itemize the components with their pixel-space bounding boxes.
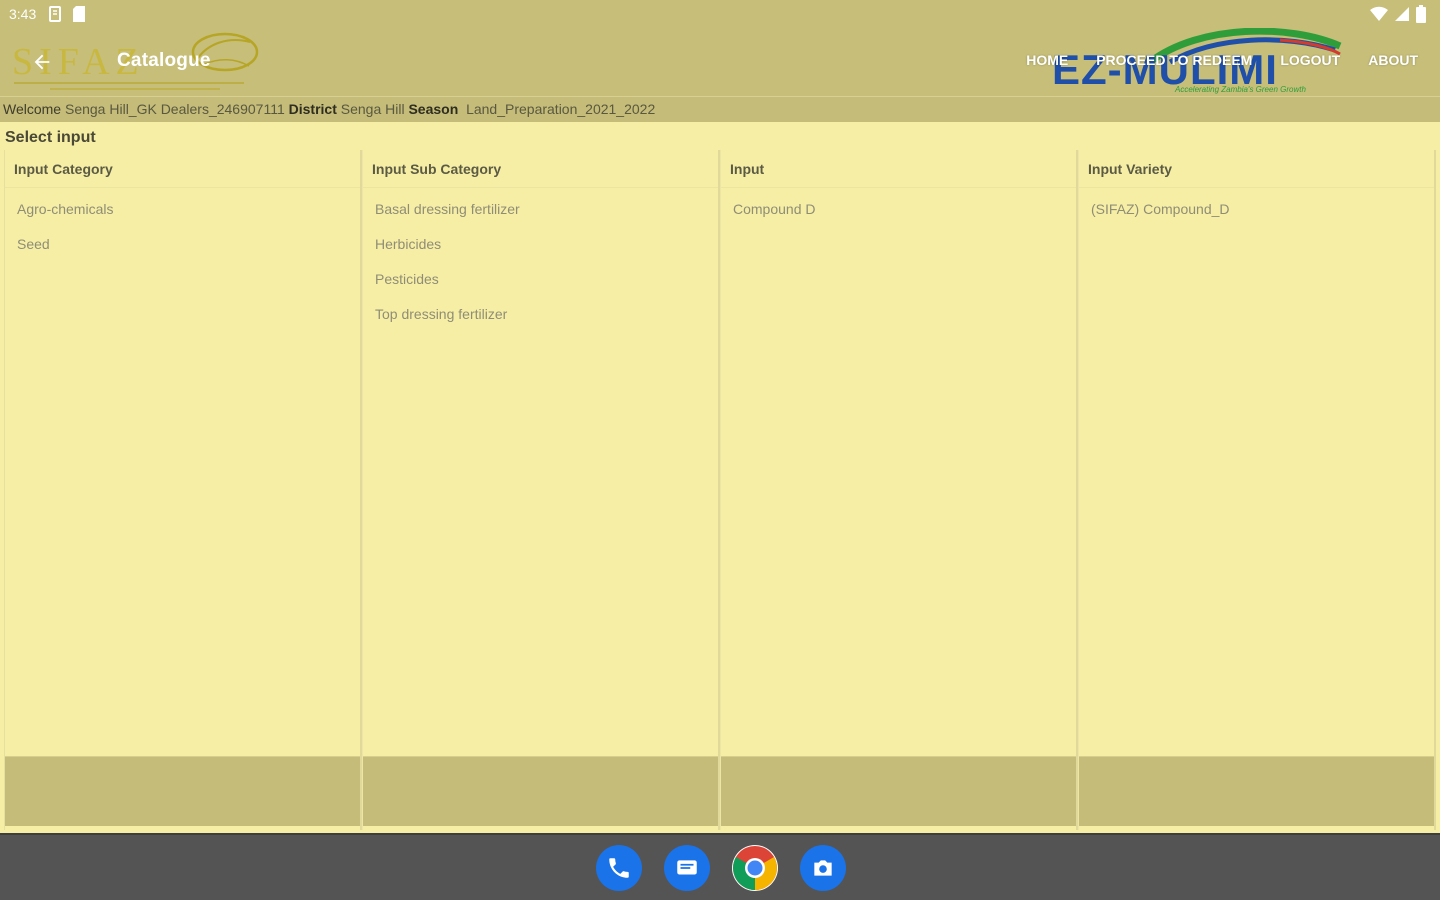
user-name: Senga Hill_GK Dealers_246907111 [64,101,285,117]
list-item[interactable]: Agro-chemicals [5,192,360,227]
signal-icon [1395,7,1409,21]
arrow-back-icon [34,54,50,70]
column-input-category: Input Category Agro-chemicals Seed [4,150,362,830]
catalogue-content: Select input Input Category Agro-chemica… [0,122,1440,833]
season-label: Season [408,101,459,117]
column-input-variety: Input Variety (SIFAZ) Compound_D [1078,150,1436,830]
option-list: (SIFAZ) Compound_D [1079,188,1434,227]
top-nav: HOME PROCEED TO REDEEM LOGOUT ABOUT [998,52,1418,68]
nav-about[interactable]: ABOUT [1368,52,1418,68]
nav-home[interactable]: HOME [1026,52,1068,68]
status-time: 3:43 [9,6,37,22]
column-footer [363,756,718,826]
column-header: Input Category [5,150,360,188]
system-dock-bar [0,833,1440,900]
column-footer [1079,756,1434,826]
list-item[interactable]: Basal dressing fertilizer [363,192,718,227]
welcome-label: Welcome [3,101,62,117]
wifi-icon [1370,6,1388,22]
column-input: Input Compound D [720,150,1078,830]
option-list: Compound D [721,188,1076,227]
select-input-label: Select input [5,129,96,146]
column-header: Input Variety [1079,150,1434,188]
nav-logout[interactable]: LOGOUT [1280,52,1340,68]
option-list: Basal dressing fertilizer Herbicides Pes… [363,188,718,332]
app-bar: SIFAZ Catalogue EZ-MULIMI Accelerating Z… [0,28,1440,96]
list-item[interactable]: Compound D [721,192,1076,227]
list-item[interactable]: (SIFAZ) Compound_D [1079,192,1434,227]
column-input-sub-category: Input Sub Category Basal dressing fertil… [362,150,720,830]
column-footer [721,756,1076,826]
list-item[interactable]: Herbicides [363,227,718,262]
column-header: Input Sub Category [363,150,718,188]
district-value: Senga Hill [340,101,405,117]
nav-proceed-to-redeem[interactable]: PROCEED TO REDEEM [1096,52,1252,68]
status-bar: 3:43 [0,0,1440,28]
phone-app[interactable] [596,845,642,891]
camera-app[interactable] [800,845,846,891]
messages-app[interactable] [664,845,710,891]
notification-icon [49,6,61,22]
ez-mulimi-tagline: Accelerating Zambia's Green Growth [1174,85,1306,94]
chrome-icon [733,846,777,890]
phone-icon [609,858,629,878]
list-item[interactable]: Top dressing fertilizer [363,297,718,332]
list-item[interactable]: Seed [5,227,360,262]
option-list: Agro-chemicals Seed [5,188,360,262]
messages-icon [677,860,697,875]
sd-card-icon [73,6,85,22]
page-title: Catalogue [117,50,211,71]
session-info-bar: Welcome Senga Hill_GK Dealers_246907111 … [0,96,1440,122]
chrome-app[interactable] [732,845,778,891]
app-dock [596,845,846,891]
selection-columns: Input Category Agro-chemicals Seed Input… [4,150,1436,830]
district-label: District [288,101,337,117]
camera-icon [814,860,832,876]
battery-icon [1416,5,1426,23]
season-value: Land_Preparation_2021_2022 [466,101,656,117]
column-footer [5,756,360,826]
list-item[interactable]: Pesticides [363,262,718,297]
column-header: Input [721,150,1076,188]
back-button[interactable] [28,48,56,76]
